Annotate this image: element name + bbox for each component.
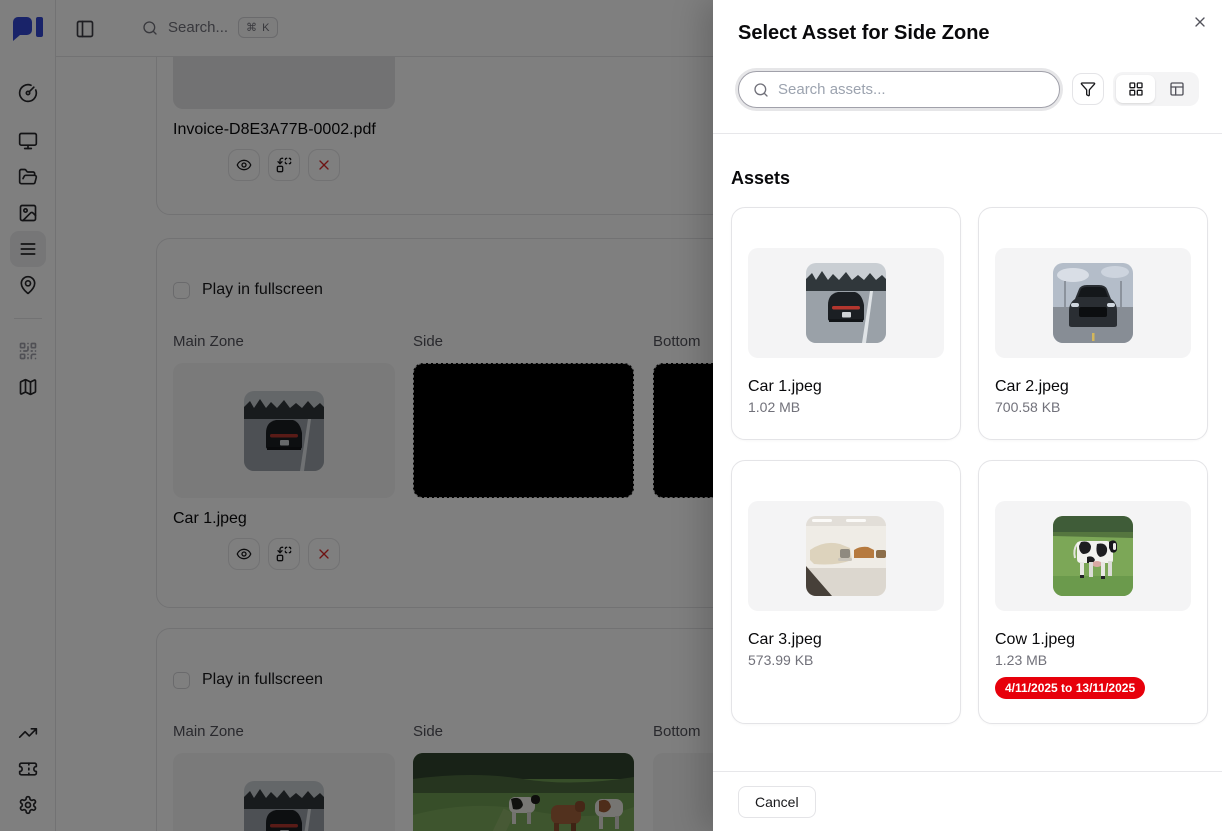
filter-button[interactable] (1072, 73, 1104, 105)
asset-name: Car 3.jpeg (748, 631, 944, 649)
cancel-button[interactable]: Cancel (738, 786, 816, 818)
asset-list: Assets Car 1.jpeg 1.02 MB (713, 134, 1222, 771)
asset-thumbnail-car-2 (1053, 263, 1133, 343)
asset-size: 573.99 KB (748, 652, 944, 668)
asset-name: Cow 1.jpeg (995, 631, 1191, 649)
asset-card-car-3[interactable]: Car 3.jpeg 573.99 KB (731, 460, 961, 724)
asset-name: Car 1.jpeg (748, 378, 944, 396)
table-view-button[interactable] (1157, 75, 1196, 103)
asset-card-car-1[interactable]: Car 1.jpeg 1.02 MB (731, 207, 961, 440)
filter-icon (1080, 81, 1096, 97)
search-icon (753, 82, 769, 98)
asset-thumbnail-car-1 (806, 263, 886, 343)
asset-size: 1.02 MB (748, 399, 944, 415)
asset-search-input[interactable] (778, 81, 1045, 98)
asset-thumbnail-area (995, 248, 1191, 358)
asset-thumbnail-cow-1 (1053, 516, 1133, 596)
asset-thumbnail-area (748, 501, 944, 611)
asset-search (738, 71, 1060, 108)
table-icon (1169, 81, 1185, 97)
modal-title: Select Asset for Side Zone (738, 22, 990, 45)
schedule-badge: 4/11/2025 to 13/11/2025 (995, 677, 1145, 699)
asset-size: 1.23 MB (995, 652, 1191, 668)
asset-card-car-2[interactable]: Car 2.jpeg 700.58 KB (978, 207, 1208, 440)
modal-overlay[interactable] (0, 0, 713, 831)
view-toggle (1113, 72, 1199, 106)
grid-icon (1128, 81, 1144, 97)
asset-name: Car 2.jpeg (995, 378, 1191, 396)
close-icon (1192, 14, 1208, 30)
asset-thumbnail-area (995, 501, 1191, 611)
asset-thumbnail-car-3 (806, 516, 886, 596)
close-button[interactable] (1190, 12, 1210, 32)
section-title: Assets (731, 168, 1208, 189)
asset-card-cow-1[interactable]: Cow 1.jpeg 1.23 MB 4/11/2025 to 13/11/20… (978, 460, 1208, 724)
select-asset-modal: Select Asset for Side Zone Assets (713, 0, 1222, 831)
modal-footer: Cancel (713, 771, 1222, 831)
grid-view-button[interactable] (1116, 75, 1155, 103)
asset-thumbnail-area (748, 248, 944, 358)
asset-size: 700.58 KB (995, 399, 1191, 415)
